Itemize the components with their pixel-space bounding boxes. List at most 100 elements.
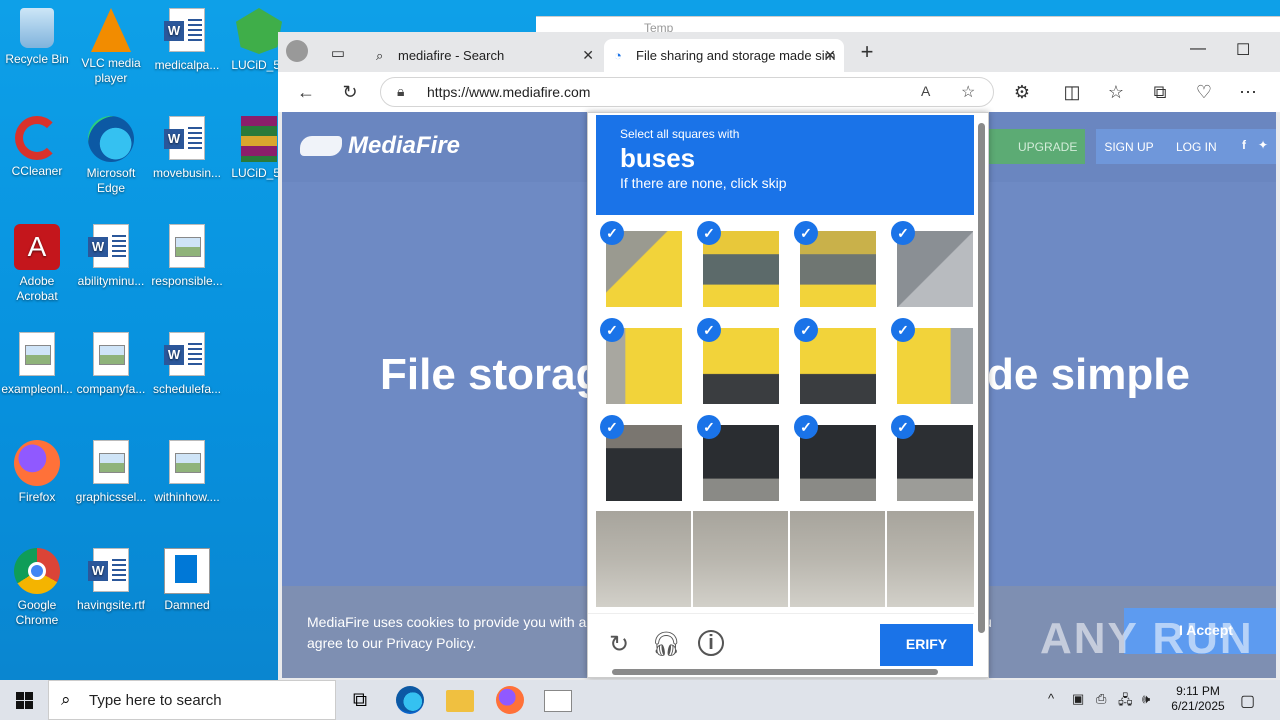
captcha-tile[interactable]: [887, 511, 974, 607]
desktop-icon-microsoft-edge[interactable]: Microsoft Edge: [74, 116, 148, 196]
headphones-icon[interactable]: 🎧︎: [651, 630, 681, 660]
firefox-icon: [14, 440, 60, 486]
close-tab-icon[interactable]: ✕: [582, 47, 594, 64]
login-button[interactable]: LOG IN f ✦: [1162, 129, 1276, 164]
image-file-icon: [164, 440, 210, 486]
favorites-icon[interactable]: ☆: [1102, 78, 1130, 106]
address-bar[interactable]: 🔒︎ https://www.mediafire.com A ☆: [380, 77, 994, 107]
signup-button[interactable]: SIGN UP: [1096, 129, 1162, 164]
desktop-icon-exampleonl[interactable]: exampleonl...: [0, 332, 74, 397]
vertical-scrollbar[interactable]: [978, 123, 985, 633]
selected-check-icon: ✓: [891, 415, 915, 439]
verify-label: ERIFY: [905, 636, 948, 652]
more-menu-icon[interactable]: ⋯: [1234, 78, 1262, 106]
twitter-icon[interactable]: ✦: [1258, 138, 1268, 152]
taskbar: ⌕ Type here to search ⧉ ^ ▣ ⎙ 🖧︎ 🕪︎ 9:11…: [0, 680, 1280, 720]
tray-app-icon[interactable]: ▣: [1072, 691, 1084, 707]
anyrun-watermark: ANY RUN: [1040, 614, 1254, 663]
search-icon: ⌕: [61, 690, 71, 709]
captcha-tile[interactable]: [596, 511, 691, 607]
desktop-icon-schedulefa[interactable]: schedulefa...: [150, 332, 224, 397]
desktop-icon-firefox[interactable]: Firefox: [0, 440, 74, 505]
upgrade-button[interactable]: UPGRADE: [982, 129, 1085, 164]
taskbar-search-input[interactable]: ⌕ Type here to search: [48, 680, 336, 720]
collections-icon[interactable]: ⧉: [1146, 78, 1174, 106]
desktop-icon-damned[interactable]: Damned: [150, 548, 224, 613]
tab-actions-icon[interactable]: ▭: [324, 40, 352, 68]
url-text: https://www.mediafire.com: [427, 84, 591, 100]
browser-toolbar: ← ↻ 🔒︎ https://www.mediafire.com A ☆ ⚙ ◫…: [278, 72, 1280, 112]
captcha-tile-grid: ✓ ✓ ✓ ✓ ✓ ✓ ✓ ✓ ✓ ✓ ✓ ✓: [596, 221, 974, 509]
browser-essentials-icon[interactable]: ♡: [1190, 78, 1218, 106]
mediafire-logo-icon: [300, 136, 342, 156]
desktop-icon-responsible[interactable]: responsible...: [150, 224, 224, 289]
tab-title: File sharing and storage made sim: [636, 48, 836, 63]
selected-check-icon: ✓: [794, 415, 818, 439]
tab-mediafire-file-sharing[interactable]: ◔ File sharing and storage made sim ✕: [604, 39, 844, 72]
close-tab-icon[interactable]: ✕: [824, 47, 836, 64]
favorite-star-icon[interactable]: ☆: [961, 82, 975, 102]
tray-app-icon[interactable]: ⎙: [1096, 691, 1106, 707]
desktop-icon-graphicssel[interactable]: graphicssel...: [74, 440, 148, 505]
desktop-icon-abilityminu[interactable]: abilityminu...: [74, 224, 148, 289]
windows-logo-icon: [16, 701, 24, 709]
task-view-icon[interactable]: ⧉: [346, 686, 374, 714]
file-explorer-icon[interactable]: [446, 690, 474, 712]
tab-mediafire-search[interactable]: ⌕ mediafire - Search ✕: [366, 39, 602, 72]
app-window-taskbar-icon[interactable]: [544, 690, 572, 712]
facebook-icon[interactable]: f: [1242, 138, 1246, 152]
upgrade-label: UPGRADE: [1018, 140, 1078, 154]
extensions-icon[interactable]: ⚙: [1008, 78, 1036, 106]
selected-check-icon: ✓: [794, 221, 818, 245]
captcha-bottom-row: [596, 511, 974, 607]
edge-taskbar-icon[interactable]: [396, 686, 424, 714]
captcha-tile[interactable]: [790, 511, 885, 607]
word-file-icon: [88, 224, 134, 270]
desktop-icon-movebusin[interactable]: movebusin...: [150, 116, 224, 181]
selected-check-icon: ✓: [600, 415, 624, 439]
word-file-icon: [164, 332, 210, 378]
profile-avatar-icon[interactable]: [286, 40, 308, 62]
maximize-button[interactable]: ☐: [1236, 40, 1250, 60]
desktop-icon-companyfa[interactable]: companyfa...: [74, 332, 148, 397]
horizontal-scrollbar[interactable]: [612, 669, 938, 675]
captcha-tile[interactable]: [693, 511, 788, 607]
minimize-button[interactable]: —: [1190, 40, 1206, 58]
mediafire-logo-text[interactable]: MediaFire: [348, 132, 460, 160]
firefox-taskbar-icon[interactable]: [496, 686, 524, 714]
desktop-icon-havingsite[interactable]: havingsite.rtf: [74, 548, 148, 613]
reload-icon[interactable]: ↻: [604, 630, 634, 660]
lock-icon: 🔒︎: [397, 83, 405, 99]
split-screen-icon[interactable]: ◫: [1058, 78, 1086, 106]
desktop-icon-google-chrome[interactable]: Google Chrome: [0, 548, 74, 628]
info-icon[interactable]: i: [698, 630, 724, 656]
hero-heading-left: File storag: [380, 350, 603, 399]
tab-strip: ▭ ⌕ mediafire - Search ✕ ◔ File sharing …: [278, 32, 1280, 72]
network-icon[interactable]: 🖧︎: [1118, 691, 1133, 713]
desktop-icon-withinhow[interactable]: withinhow....: [150, 440, 224, 505]
recycle-bin-icon: [20, 8, 54, 48]
windows-logo-icon: [16, 692, 24, 700]
captcha-skip-hint: If there are none, click skip: [620, 175, 787, 191]
tab-title: mediafire - Search: [398, 48, 505, 63]
desktop-icon-adobe-acrobat[interactable]: A Adobe Acrobat: [0, 224, 74, 304]
hero-heading-right: de simple: [987, 350, 1190, 399]
notifications-icon[interactable]: ▢: [1240, 691, 1255, 711]
new-tab-icon[interactable]: +: [853, 38, 881, 66]
edge-icon: [88, 116, 134, 162]
taskbar-clock[interactable]: 9:11 PM 6/21/2025: [1168, 684, 1228, 714]
desktop-icon-medicalpa[interactable]: medicalpa...: [150, 8, 224, 73]
lucid-gem-icon: [236, 8, 282, 54]
verify-button[interactable]: ERIFY: [880, 624, 973, 666]
tray-overflow-icon[interactable]: ^: [1048, 691, 1054, 706]
desktop-icon-label: withinhow....: [154, 490, 220, 504]
desktop-icon-vlc[interactable]: VLC media player: [74, 8, 148, 86]
back-arrow-icon[interactable]: ←: [292, 78, 320, 106]
desktop-icon-ccleaner[interactable]: CCleaner: [0, 116, 74, 179]
desktop-icon-recycle-bin[interactable]: Recycle Bin: [0, 8, 74, 67]
start-button[interactable]: [0, 680, 48, 720]
volume-icon[interactable]: 🕪︎: [1142, 691, 1150, 707]
refresh-icon[interactable]: ↻: [336, 78, 364, 106]
image-file-icon: [14, 332, 60, 378]
read-aloud-icon[interactable]: A: [921, 83, 930, 99]
